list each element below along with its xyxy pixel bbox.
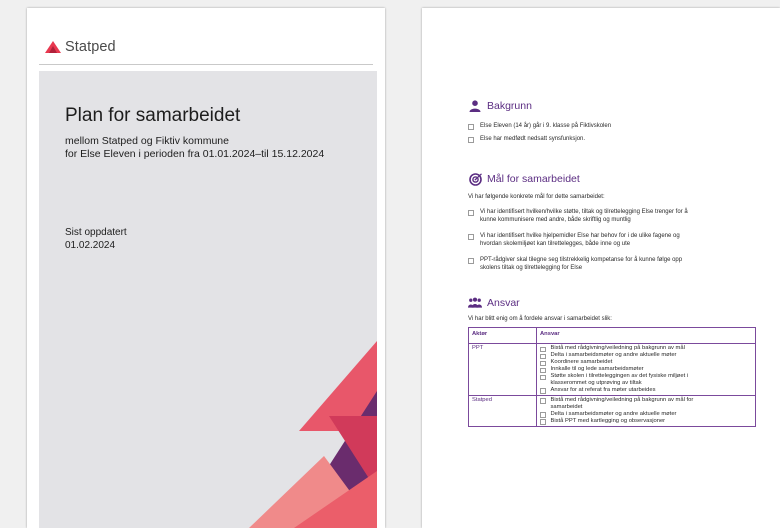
checkbox-icon: [468, 234, 474, 240]
section-title: Ansvar: [487, 297, 520, 309]
list-item: PPT-rådgiver skal tilegne seg tilstrekke…: [468, 256, 748, 272]
person-icon: [468, 99, 482, 113]
checkbox-icon: [540, 388, 546, 394]
section-title: Mål for samarbeidet: [487, 173, 580, 185]
list-item: Else Eleven (14 år) går i 9. klasse på F…: [468, 122, 748, 130]
checkbox-icon: [540, 367, 546, 373]
list-item: Bistå PPT med kartlegging og observasjon…: [540, 418, 752, 425]
table-header-row: Aktør Ansvar: [468, 327, 756, 344]
list-item: Innkalle til og lede samarbeidsmøter: [540, 366, 752, 373]
target-icon: [468, 172, 482, 186]
checkbox-icon: [540, 360, 546, 366]
list-item: Vi har identifisert hvilke hjelpemidler …: [468, 232, 748, 248]
section-responsibility-heading: Ansvar: [468, 296, 520, 310]
list-item: Koordinere samarbeidet: [540, 359, 752, 366]
list-item: Delta i samarbeidsmøter og andre aktuell…: [540, 411, 752, 418]
checkbox-icon: [540, 412, 546, 418]
section-title: Bakgrunn: [487, 100, 532, 112]
statped-logo: Statped: [45, 39, 116, 55]
cover-panel: Plan for samarbeidet mellom Statped og F…: [39, 71, 377, 528]
responsibility-cell: Bistå med rådgivning/veiledning på bakgr…: [536, 343, 756, 396]
table-row: Statped Bistå med rådgivning/veiledning …: [468, 394, 756, 427]
statped-logo-icon: [45, 41, 61, 53]
column-header: Aktør: [468, 327, 537, 344]
list-item: Ansvar for at referat fra møter utarbeid…: [540, 387, 752, 394]
checkbox-icon: [540, 353, 546, 359]
list-item: Bistå med rådgivning/veiledning på bakgr…: [540, 345, 752, 352]
list-item: Vi har identifisert hvilken/hvilke støtt…: [468, 208, 748, 224]
table-row: PPT Bistå med rådgivning/veiledning på b…: [468, 343, 756, 396]
list-item: Else har medfødt nedsatt synsfunksjon.: [468, 135, 748, 143]
list-item: Delta i samarbeidsmøter og andre aktuell…: [540, 352, 752, 359]
group-icon: [468, 296, 482, 310]
decorative-triangles: [249, 341, 377, 528]
responsibility-cell: Bistå med rådgivning/veiledning på bakgr…: [536, 394, 756, 427]
checkbox-icon: [468, 137, 474, 143]
section-goals-heading: Mål for samarbeidet: [468, 172, 580, 186]
checkbox-icon: [540, 398, 546, 404]
content-page: Bakgrunn Else Eleven (14 år) går i 9. kl…: [422, 8, 780, 528]
checkbox-icon: [468, 124, 474, 130]
checkbox-icon: [468, 210, 474, 216]
actor-cell: Statped: [468, 394, 537, 427]
cover-page: Statped Plan for samarbeidet mellom Stat…: [27, 8, 385, 528]
logo-text: Statped: [65, 39, 116, 55]
actor-cell: PPT: [468, 343, 537, 396]
checkbox-icon: [540, 419, 546, 425]
header-divider: [39, 64, 373, 65]
responsibility-intro: Vi har blitt enig om å fordele ansvar i …: [468, 316, 612, 322]
checkbox-icon: [468, 258, 474, 264]
checkbox-icon: [540, 374, 546, 380]
list-item: Støtte skolen i tilretteleggingen av det…: [540, 373, 752, 387]
column-header: Ansvar: [536, 327, 756, 344]
goals-intro: Vi har følgende konkrete mål for dette s…: [468, 194, 605, 200]
list-item: Bistå med rådgivning/veiledning på bakgr…: [540, 397, 752, 411]
checkbox-icon: [540, 346, 546, 352]
responsibility-table: Aktør Ansvar PPT Bistå med rådgivning/ve…: [468, 327, 756, 427]
section-background-heading: Bakgrunn: [468, 99, 532, 113]
